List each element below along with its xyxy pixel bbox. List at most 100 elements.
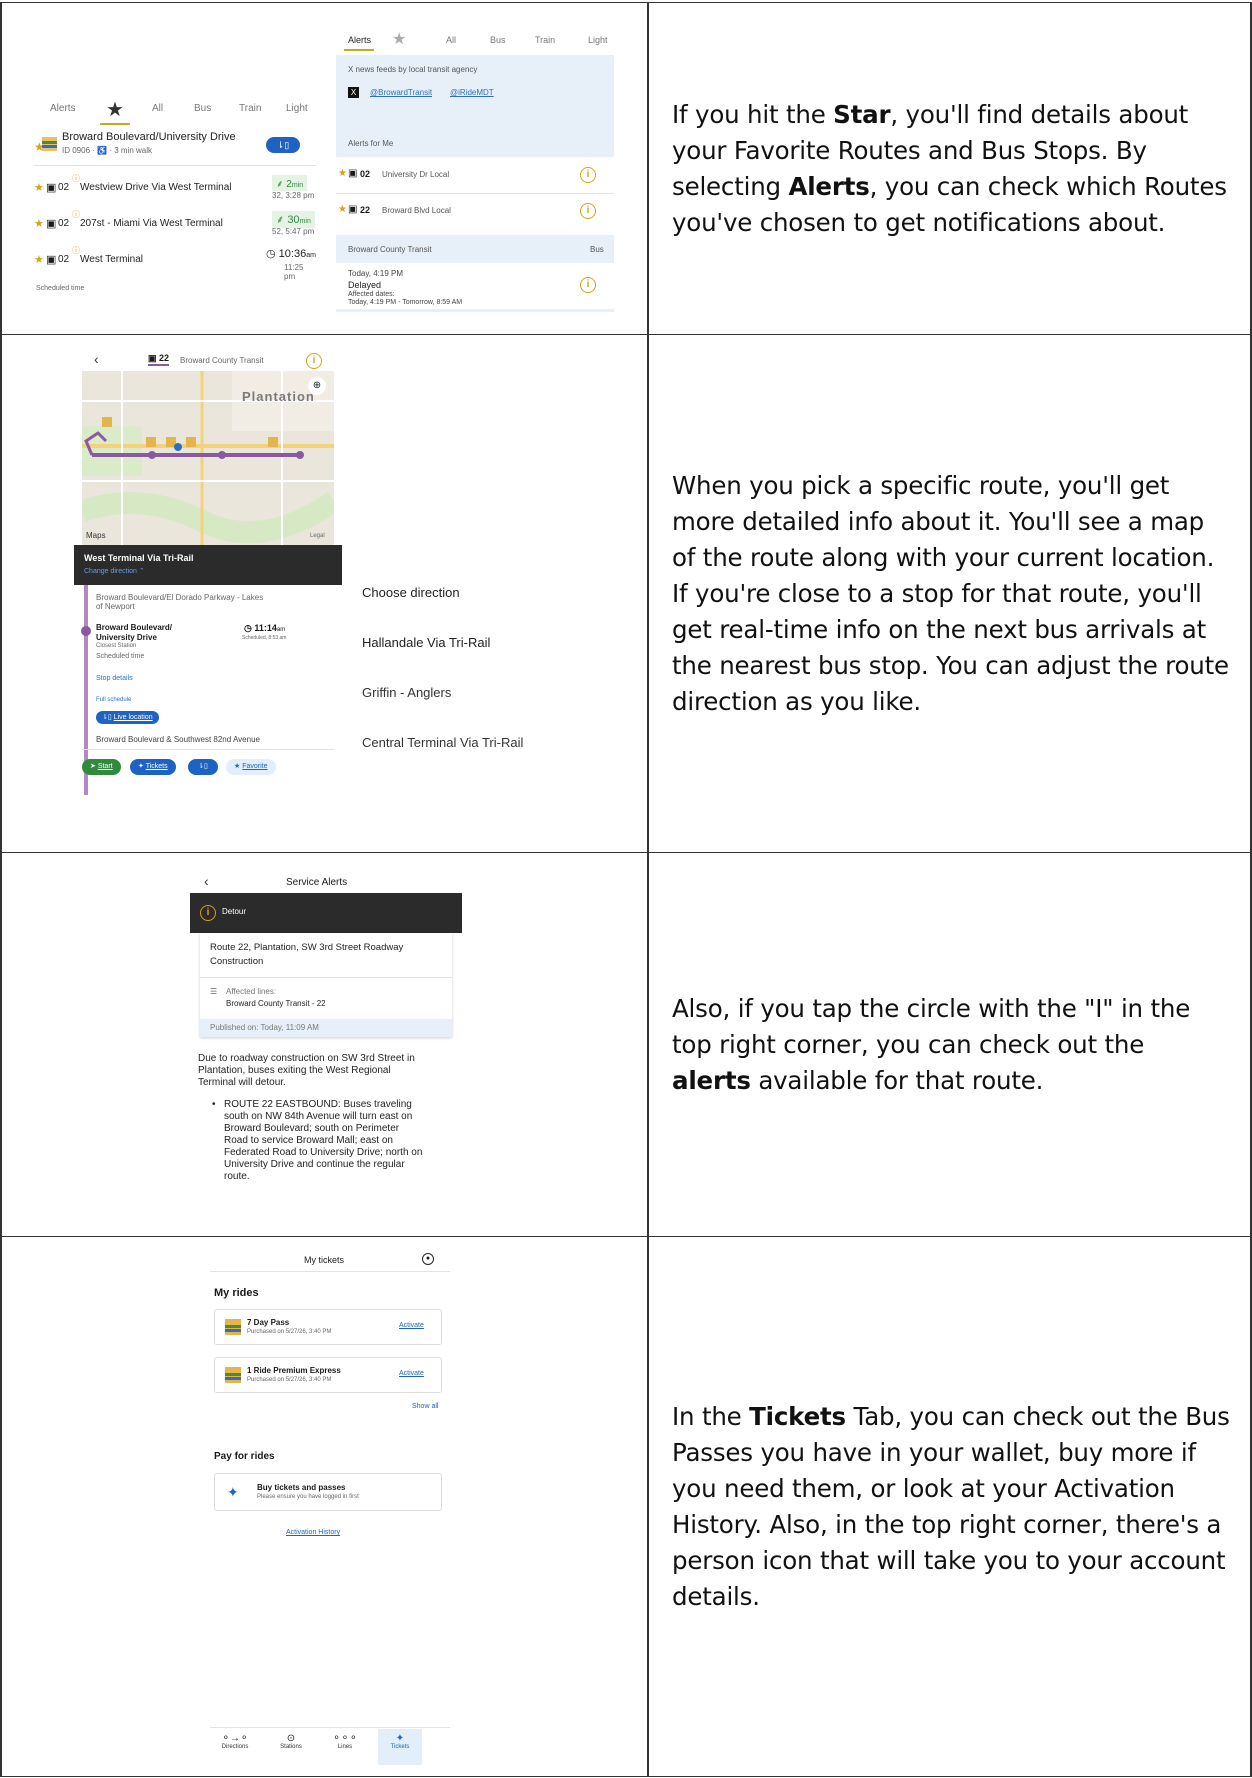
pass-card[interactable]: 1 Ride Premium Express Purchased on 5/27… — [214, 1357, 442, 1393]
nav-lines[interactable]: ⚬⚬⚬ Lines — [330, 1733, 360, 1750]
tab-all[interactable]: All — [446, 35, 456, 45]
pass-icon — [225, 1367, 241, 1383]
pay-for-rides-heading: Pay for rides — [214, 1451, 275, 1462]
divider — [82, 749, 334, 750]
maps-brand-text: Maps — [86, 531, 106, 540]
star-icon: ★ — [34, 218, 44, 230]
handle-link[interactable]: @iRideMDT — [450, 88, 494, 97]
route-row-2[interactable]: ★ ▣ 02 ⓘ 207st - Miami Via West Terminal… — [34, 210, 316, 243]
start-button[interactable]: ➤ Start — [82, 759, 121, 775]
tab-bus[interactable]: Bus — [490, 35, 506, 45]
info-icon[interactable]: i — [580, 203, 596, 219]
handle-link[interactable]: @BrowardTransit — [370, 88, 432, 97]
bus-icon: ▣ — [46, 254, 57, 266]
alert-icon: ⓘ — [72, 210, 80, 219]
tutorial-table: Alerts ★ All Bus Train Light ★ Broward B… — [0, 0, 1252, 1778]
arrival-unit: am — [276, 627, 286, 633]
tab-bus[interactable]: Bus — [194, 103, 211, 114]
buy-title: Buy tickets and passes — [257, 1483, 346, 1492]
published-date: Published on: Today, 11:09 AM — [210, 1023, 319, 1032]
direction-banner: West Terminal Via Tri-Rail Change direct… — [74, 545, 342, 585]
arrival-sub: Scheduled, 8:53 am — [242, 635, 287, 641]
info-icon[interactable]: i — [580, 277, 596, 293]
agency-name: Broward County Transit — [348, 245, 432, 254]
tickets-button[interactable]: ✦ Tickets — [130, 759, 176, 775]
change-direction-link[interactable]: Change direction ⌃ — [84, 567, 145, 575]
back-chevron-icon[interactable]: ‹ — [94, 351, 99, 367]
desc-text: Also, if you tap the circle with the "I"… — [672, 993, 1191, 1059]
route-number: 02 — [58, 254, 70, 265]
info-icon[interactable]: i — [306, 353, 322, 369]
alert-card[interactable]: Today, 4:19 PM Delayed Affected dates: T… — [336, 263, 614, 307]
alert-route-row[interactable]: ★ ▣ 22 Broward Blvd Local i — [336, 193, 614, 229]
current-stop-name-2[interactable]: University Drive — [96, 633, 157, 642]
bottom-strip — [336, 309, 614, 312]
legal-link[interactable]: Legal — [310, 533, 325, 539]
arrival-time: ◷ 11:14am — [244, 623, 285, 634]
route-map[interactable]: Plantation ⊕ Maps Legal — [82, 371, 334, 545]
stop-previous[interactable]: Broward Boulevard/El Dorado Parkway - La… — [96, 593, 266, 611]
person-icon[interactable]: ● — [422, 1253, 434, 1265]
row4-description: In the Tickets Tab, you can check out th… — [672, 1399, 1230, 1615]
full-schedule-link[interactable]: Full schedule — [96, 697, 131, 703]
scheduled-label: Scheduled time — [36, 285, 85, 292]
pass-card[interactable]: 7 Day Pass Purchased on 5/27/26, 3:40 PM… — [214, 1309, 442, 1345]
desc-bold-star: Star — [833, 99, 891, 129]
alert-route-row[interactable]: ★ ▣ 02 University Dr Local i — [336, 157, 614, 193]
affected-range: Today, 4:19 PM - Tomorrow, 8:59 AM — [348, 299, 463, 306]
description-cell: In the Tickets Tab, you can check out th… — [648, 1237, 1252, 1776]
nav-directions[interactable]: ⚬→⚬ Directions — [220, 1733, 250, 1750]
tab-train[interactable]: Train — [239, 103, 261, 114]
favorite-button[interactable]: ★ Favorite — [226, 759, 276, 775]
tab-light[interactable]: Light — [286, 103, 308, 114]
route-row-3[interactable]: ★ ▣ 02 ⓘ West Terminal ◷ 10:36am 11:25 p… — [34, 246, 316, 281]
route-number: 22 — [360, 205, 371, 215]
info-icon[interactable]: i — [580, 167, 596, 183]
live-bus-button[interactable]: ⇂▯ — [188, 759, 218, 775]
my-rides-heading: My rides — [214, 1287, 259, 1299]
row3-description: Also, if you tap the circle with the "I"… — [672, 991, 1230, 1099]
locate-icon[interactable]: ⊕ — [308, 377, 326, 395]
affected-line-name[interactable]: Broward County Transit - 22 — [226, 999, 326, 1008]
activation-history-link[interactable]: Activation History — [286, 1529, 340, 1536]
stop-name[interactable]: Broward Boulevard/University Drive — [62, 131, 236, 143]
screenshot-cell: ‹ ▣ 22 Broward County Transit i Plantati… — [0, 335, 647, 852]
route-number: 02 — [58, 182, 70, 193]
alert-bullet: ROUTE 22 EASTBOUND: Buses traveling sout… — [224, 1099, 423, 1182]
route-detail-screenshot: ‹ ▣ 22 Broward County Transit i Plantati… — [74, 345, 342, 835]
stop-next[interactable]: Broward Boulevard & Southwest 82nd Avenu… — [96, 735, 260, 744]
current-stop-dot — [81, 626, 91, 636]
direction-option[interactable]: Central Terminal Via Tri-Rail — [362, 735, 523, 750]
route-number: 02 — [58, 218, 70, 229]
show-all-link[interactable]: Show all — [412, 1403, 438, 1410]
favorite-label: Favorite — [242, 763, 268, 770]
live-bus-button[interactable]: ⇂▯ — [266, 137, 300, 153]
star-icon[interactable]: ★ — [392, 29, 406, 49]
directions-icon: ⚬→⚬ — [221, 1733, 249, 1744]
tab-all[interactable]: All — [152, 103, 163, 114]
direction-option[interactable]: Griffin - Anglers — [362, 685, 451, 700]
realtime-icon: ⸙ — [276, 214, 288, 226]
route-row-1[interactable]: ★ ▣ 02 ⓘ Westview Drive Via West Termina… — [34, 174, 316, 207]
live-location-button[interactable]: ⇂▯ Live location — [96, 711, 159, 724]
current-stop-name-1[interactable]: Broward Boulevard/ — [96, 623, 172, 632]
tab-alerts[interactable]: Alerts — [348, 35, 371, 45]
nav-stations[interactable]: ⊙ Stations — [276, 1733, 306, 1750]
tab-alerts[interactable]: Alerts — [50, 103, 76, 114]
bullet-dot: • — [212, 1099, 216, 1110]
direction-option[interactable]: Hallandale Via Tri-Rail — [362, 635, 490, 650]
back-chevron-icon[interactable]: ‹ — [204, 873, 209, 889]
star-icon[interactable]: ★ — [106, 97, 124, 122]
stop-details-link[interactable]: Stop details — [96, 675, 133, 682]
description-cell: Also, if you tap the circle with the "I"… — [648, 853, 1252, 1236]
affected-lines-label: Affected lines: — [226, 987, 277, 996]
activate-button[interactable]: Activate — [399, 1322, 424, 1329]
divider — [200, 977, 452, 978]
agency-mode: Bus — [590, 245, 604, 254]
activate-button[interactable]: Activate — [399, 1370, 424, 1377]
buy-tickets-card[interactable]: ✦ Buy tickets and passes Please ensure y… — [214, 1473, 442, 1511]
tab-light[interactable]: Light — [588, 35, 608, 45]
tab-train[interactable]: Train — [535, 35, 555, 45]
desc-bold-alerts: alerts — [672, 1065, 751, 1095]
nav-tickets[interactable]: ✦ Tickets — [378, 1729, 422, 1765]
